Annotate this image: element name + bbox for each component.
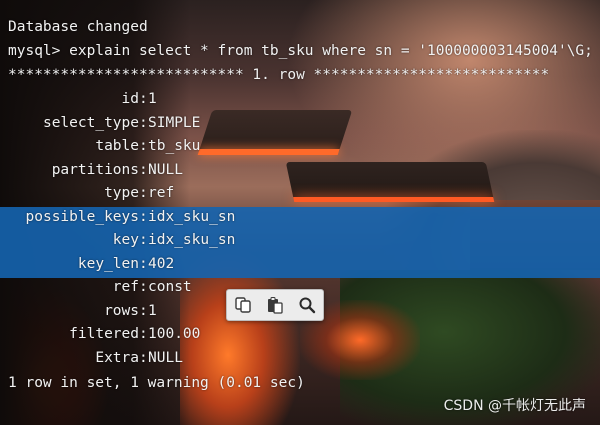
field-row-rows: rows:1 <box>8 300 157 324</box>
field-value: idx_sku_sn <box>148 232 236 248</box>
selection-toolbar <box>226 289 324 321</box>
field-value: const <box>148 279 192 295</box>
field-label: select_type <box>42 114 139 131</box>
result-footer: 1 row in set, 1 warning (0.01 sec) <box>8 375 305 391</box>
field-value: 100.00 <box>148 326 201 342</box>
field-label: filtered <box>69 326 139 342</box>
field-value: ref <box>148 185 175 201</box>
field-label: rows <box>104 302 139 319</box>
field-row-possible-keys: possible_keys:idx_sku_sn <box>8 206 236 230</box>
status-line: Database changed <box>8 19 148 35</box>
field-value: NULL <box>148 161 183 178</box>
paste-button[interactable] <box>263 293 287 317</box>
field-label: id <box>121 91 139 107</box>
field-value: 402 <box>148 255 175 272</box>
field-value: idx_sku_sn <box>148 208 236 225</box>
terminal-window[interactable]: Database changed mysql> explain select *… <box>0 0 600 425</box>
field-value: 1 <box>148 91 157 107</box>
command-line[interactable]: mysql> explain select * from tb_sku wher… <box>8 40 593 64</box>
copy-button[interactable] <box>231 293 255 317</box>
field-label: ref <box>112 279 139 295</box>
field-row-filtered: filtered:100.00 <box>8 323 200 347</box>
search-icon <box>299 297 316 314</box>
field-row-key-len: key_len:402 <box>8 253 174 277</box>
copy-icon <box>235 297 251 313</box>
search-button[interactable] <box>295 293 319 317</box>
field-row-select-type: select_type:SIMPLE <box>8 112 200 136</box>
field-label: partitions <box>51 161 139 178</box>
row-header: *************************** 1. row *****… <box>8 67 550 83</box>
field-row-partitions: partitions:NULL <box>8 159 183 183</box>
field-row-id: id:1 <box>8 88 157 112</box>
field-row-extra: Extra:NULL <box>8 347 183 371</box>
field-value: 1 <box>148 302 157 319</box>
field-label: possible_keys <box>25 208 140 225</box>
watermark: CSDN @千帐灯无此声 <box>443 398 586 414</box>
mysql-prompt: mysql> <box>8 43 70 59</box>
field-row-ref: ref:const <box>8 276 192 300</box>
field-row-key: key:idx_sku_sn <box>8 229 236 253</box>
field-label: key_len <box>77 255 139 272</box>
field-value: NULL <box>148 349 183 366</box>
field-label: table <box>95 138 139 154</box>
field-label: key <box>112 232 139 248</box>
field-label: Extra <box>95 349 139 366</box>
field-row-type: type:ref <box>8 182 174 206</box>
field-value: tb_sku <box>148 138 201 154</box>
command-text: explain select * from tb_sku where sn = … <box>69 43 593 59</box>
field-label: type <box>104 185 139 201</box>
field-row-table: table:tb_sku <box>8 135 200 159</box>
field-value: SIMPLE <box>148 114 201 131</box>
paste-icon <box>268 297 283 314</box>
